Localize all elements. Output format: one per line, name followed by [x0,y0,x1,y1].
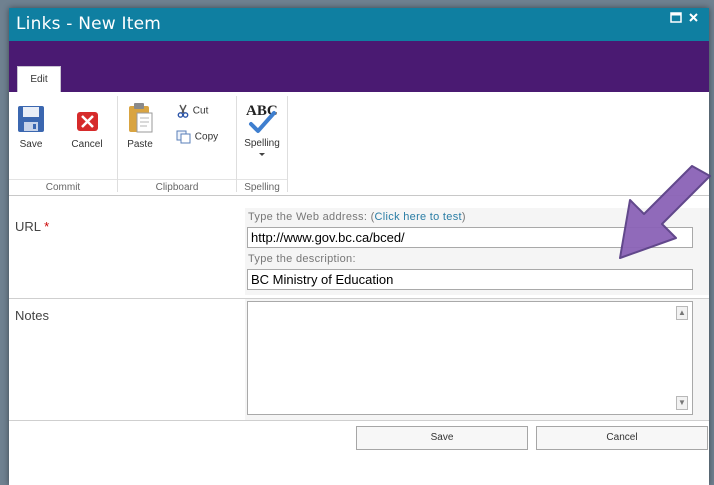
required-marker: * [44,219,50,234]
group-divider [287,96,288,192]
cancel-x-icon [77,112,98,131]
paste-button-label: Paste [127,139,153,150]
scroll-up-button[interactable]: ▲ [676,306,688,320]
scroll-down-button[interactable]: ▼ [676,396,688,410]
title-bar: Links - New Item [9,8,709,41]
cancel-button-bottom[interactable]: Cancel [536,426,708,450]
spelling-check-icon: ABC [241,100,283,136]
address-hint-close: ) [461,211,466,223]
ribbon-group-commit: Save Cancel Commit [9,92,117,196]
address-hint-text: Type the Web address: ( [248,211,375,223]
close-icon[interactable] [686,12,701,26]
copy-button-label: Copy [194,131,219,143]
tab-edit[interactable]: Edit [17,66,61,92]
maximize-icon[interactable] [668,12,683,26]
cut-button[interactable]: Cut [176,104,208,118]
dropdown-arrow-icon [259,153,265,156]
cut-button-label: Cut [192,105,209,117]
save-disk-icon [18,106,44,132]
commit-group-label: Commit [9,179,117,196]
save-button-bottom[interactable]: Save [356,426,528,450]
spelling-button[interactable]: ABC Spelling [241,100,283,160]
dialog-title: Links - New Item [16,14,161,34]
cancel-ribbon-button[interactable]: Cancel [65,104,109,150]
description-input[interactable]: BC Ministry of Education [247,269,693,290]
ribbon-group-spelling: ABC Spelling Spelling [237,92,287,196]
cancel-button-label: Cancel [71,139,103,150]
description-hint: Type the description: [248,253,356,265]
notes-textarea[interactable]: ▲ ▼ [247,301,693,415]
row-divider [9,420,709,421]
paste-button[interactable]: Paste [124,100,156,150]
url-label: URL * [15,219,49,234]
copy-button[interactable]: Copy [176,130,218,144]
ribbon-tab-band [9,41,709,92]
spelling-button-label: Spelling [244,138,280,149]
paste-clipboard-icon [129,103,153,133]
save-button-label: Save [19,139,43,150]
annotation-arrow [619,165,711,259]
url-label-text: URL [15,219,41,234]
click-here-to-test-link[interactable]: Click here to test [375,211,462,223]
spelling-group-label: Spelling [237,179,287,196]
copy-icon [176,130,191,144]
address-hint: Type the Web address: (Click here to tes… [248,211,466,223]
ribbon-group-clipboard: Paste Cut Copy Clipboard [118,92,236,196]
cut-scissors-icon [177,104,189,118]
notes-label: Notes [15,308,49,323]
clipboard-group-label: Clipboard [118,179,236,196]
save-button[interactable]: Save [15,104,47,150]
